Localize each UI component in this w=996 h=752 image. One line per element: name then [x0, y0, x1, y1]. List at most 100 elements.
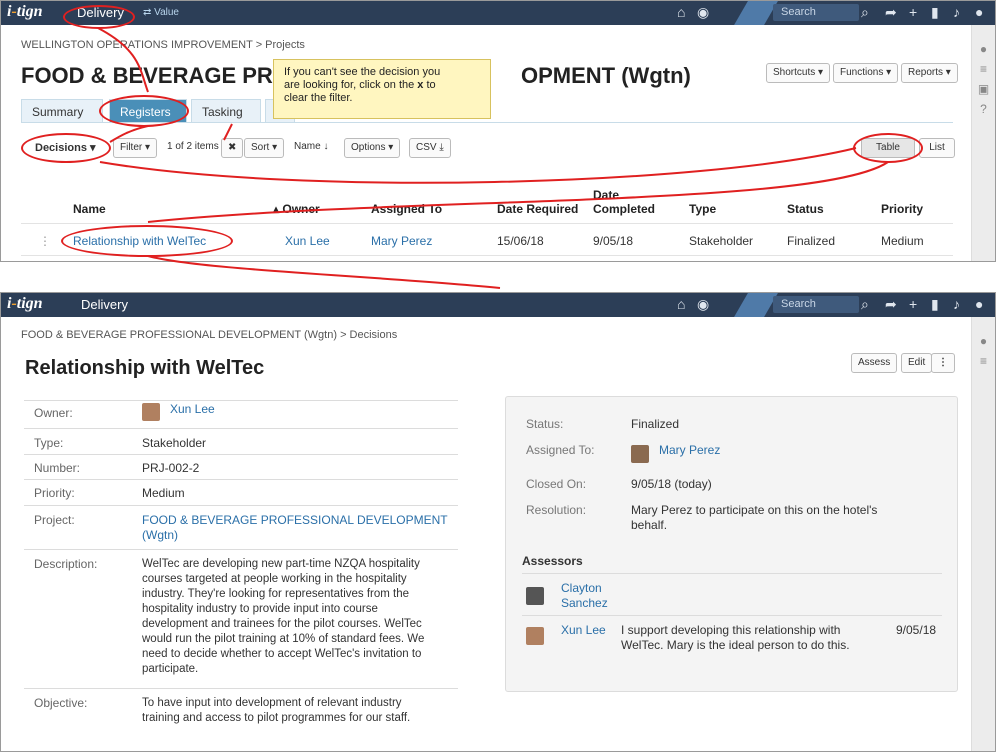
filter-button[interactable]: Filter ▾ [113, 138, 158, 158]
resolution-text: Mary Perez to participate on this on the… [631, 503, 878, 532]
header-divider [21, 223, 953, 224]
comment-icon[interactable]: ● [972, 39, 995, 59]
field-divider [24, 400, 458, 401]
sort-field[interactable]: Name ↓ [288, 138, 334, 158]
search-icon[interactable]: ⌕ [861, 4, 869, 21]
field-divider [24, 479, 458, 480]
assess-button[interactable]: Assess [851, 353, 898, 373]
owner-link[interactable]: Xun Lee [285, 234, 330, 248]
assignee-link[interactable]: Mary Perez [659, 443, 720, 458]
assessors-heading: Assessors [522, 554, 583, 568]
top-nav-bar-2: i-tign Delivery ⌂ ◉ Search ⌕ ➦ + ▮ ♪ ● [1, 293, 995, 317]
closed-value: 9/05/18 (today) [631, 477, 712, 491]
right-side-rail: ● ≡ ▣ ? [971, 25, 995, 261]
tab-tasking[interactable]: Tasking [191, 99, 261, 123]
home-icon[interactable]: ⌂ [677, 4, 685, 20]
type-value: Stakeholder [142, 436, 207, 450]
shortcuts-button[interactable]: Shortcuts ▾ [766, 63, 831, 83]
priority-value: Medium [881, 234, 924, 248]
assessors-divider [522, 615, 942, 616]
assessor-link-1[interactable]: Clayton Sanchez [561, 581, 608, 611]
user-icon[interactable]: ● [975, 296, 983, 312]
share-icon[interactable]: ➦ [885, 4, 897, 21]
owner-link[interactable]: Xun Lee [170, 402, 215, 417]
status-value: Finalized [787, 234, 836, 248]
col-name[interactable]: Name [73, 202, 106, 216]
type-label: Type: [34, 436, 64, 450]
col-priority[interactable]: Priority [881, 202, 923, 216]
status-label: Status: [526, 417, 564, 431]
col-type[interactable]: Type [689, 202, 716, 216]
list-icon[interactable]: ≡ [972, 351, 995, 371]
col-date-completed-top[interactable]: Date [593, 188, 619, 202]
reports-button[interactable]: Reports ▾ [901, 63, 958, 83]
assessor-link-2[interactable]: Xun Lee [561, 623, 606, 638]
col-assigned[interactable]: Assigned To [371, 202, 442, 216]
functions-button[interactable]: Functions ▾ [833, 63, 899, 83]
project-link[interactable]: FOOD & BEVERAGE PROFESSIONAL DEVELOPMENT… [142, 513, 448, 543]
bookmark-icon[interactable]: ▮ [931, 4, 939, 21]
globe-icon[interactable]: ◉ [697, 296, 709, 313]
breadcrumb[interactable]: WELLINGTON OPERATIONS IMPROVEMENT > Proj… [21, 39, 305, 51]
list-view-button[interactable]: List [919, 138, 955, 158]
globe-icon[interactable]: ◉ [697, 4, 709, 21]
annotation-circle-registers [99, 95, 189, 127]
priority-label: Priority: [34, 486, 75, 500]
home-icon[interactable]: ⌂ [677, 296, 685, 312]
assessor-avatar-1 [526, 587, 544, 605]
tooltip-line-1: If you can't see the decision you [284, 66, 441, 78]
description-text: WelTec are developing new part-time NZQA… [142, 558, 425, 675]
field-divider [24, 549, 458, 550]
annotation-circle-decision-link [61, 225, 233, 257]
top-nav-bar: i-tign Delivery ⇄ Value ⌂ ◉ Search ⌕ ➦ +… [1, 1, 995, 25]
more-button[interactable]: ⋮ [931, 353, 955, 373]
date-completed: 9/05/18 [593, 234, 634, 248]
itign-logo-2: i-tign [7, 295, 43, 312]
status-value: Finalized [631, 417, 680, 431]
breadcrumb-2[interactable]: FOOD & BEVERAGE PROFESSIONAL DEVELOPMENT… [21, 329, 397, 341]
options-button[interactable]: Options ▾ [344, 138, 401, 158]
col-date-required[interactable]: Date Required [497, 202, 578, 216]
user-icon[interactable]: ● [975, 4, 983, 20]
field-divider [24, 505, 458, 506]
sort-button[interactable]: Sort ▾ [244, 138, 285, 158]
col-date-completed[interactable]: Completed [593, 202, 655, 216]
clear-filter-button[interactable]: ✖ [221, 138, 244, 158]
assigned-link[interactable]: Mary Perez [371, 234, 432, 248]
col-status[interactable]: Status [787, 202, 824, 216]
app-menu-delivery-2[interactable]: Delivery [81, 297, 128, 312]
add-icon[interactable]: + [909, 4, 917, 20]
value-switch-link[interactable]: ⇄ Value [143, 7, 179, 18]
closed-label: Closed On: [526, 477, 587, 491]
itign-logo: i-tign [7, 3, 43, 20]
add-icon[interactable]: + [909, 296, 917, 312]
comment-icon[interactable]: ● [972, 331, 995, 351]
help-icon[interactable]: ? [972, 99, 995, 119]
number-label: Number: [34, 461, 81, 475]
page-title-left: FOOD & BEVERAGE PR [21, 63, 273, 88]
page-title-right: OPMENT (Wgtn) [521, 63, 691, 88]
list-icon[interactable]: ≡ [972, 59, 995, 79]
bell-icon[interactable]: ♪ [953, 4, 960, 20]
search-input[interactable]: Search [773, 4, 859, 21]
edit-button[interactable]: Edit [901, 353, 933, 373]
row-drag-handle-icon[interactable]: ⋮ [39, 234, 51, 248]
col-owner[interactable]: ▴ Owner [273, 202, 320, 216]
owner-label: Owner: [34, 406, 73, 420]
csv-export-button[interactable]: CSV ⤓ [409, 138, 451, 158]
tab-summary[interactable]: Summary [21, 99, 103, 123]
share-icon[interactable]: ➦ [885, 296, 897, 313]
objective-text: To have input into development of releva… [142, 697, 411, 724]
lock-icon[interactable]: ▣ [972, 79, 995, 99]
assessor-comment: I support developing this relationship w… [621, 623, 850, 652]
search-input-2[interactable]: Search [773, 296, 859, 313]
description-label: Description: [34, 557, 98, 571]
project-registers-panel: i-tign Delivery ⇄ Value ⌂ ◉ Search ⌕ ➦ +… [0, 0, 996, 262]
field-divider [24, 688, 458, 689]
bookmark-icon[interactable]: ▮ [931, 296, 939, 313]
assessors-divider [522, 573, 942, 574]
project-label: Project: [34, 513, 75, 527]
search-icon[interactable]: ⌕ [861, 296, 869, 313]
help-tooltip: If you can't see the decision you are lo… [273, 59, 491, 119]
bell-icon[interactable]: ♪ [953, 296, 960, 312]
